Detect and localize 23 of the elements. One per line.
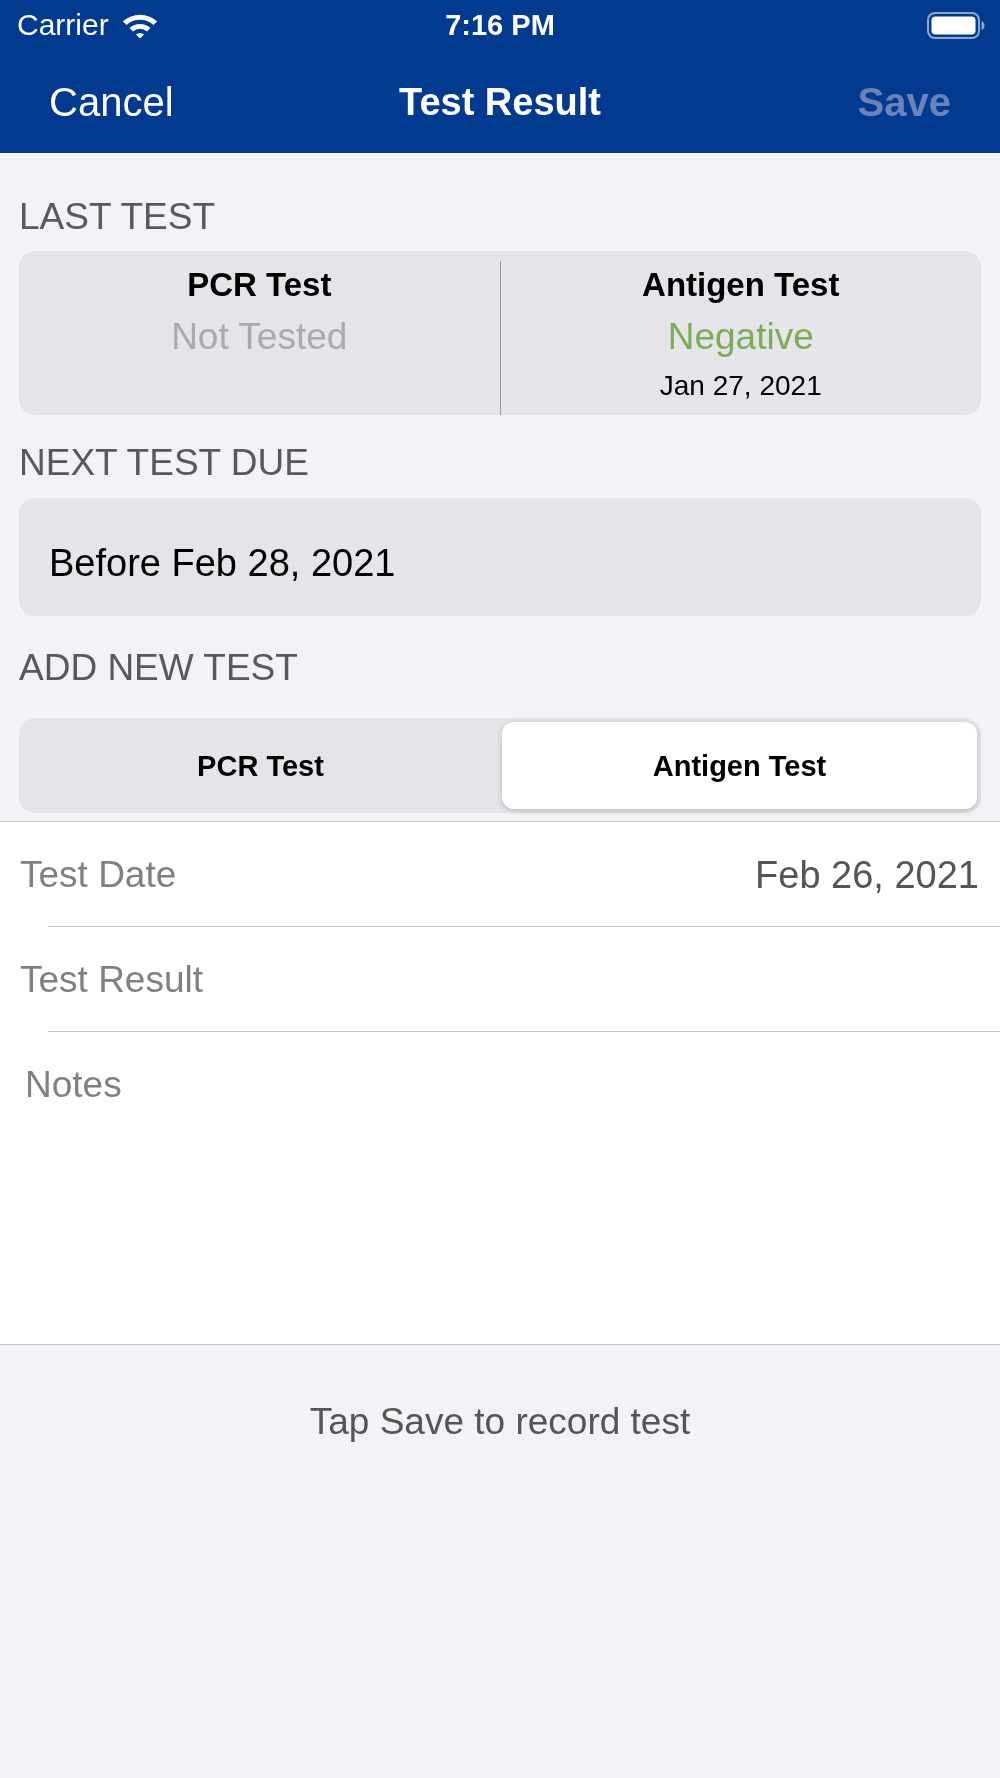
- battery-icon: [927, 11, 985, 39]
- field-value: Feb 26, 2021: [755, 852, 979, 897]
- test-name: Antigen Test: [642, 266, 840, 304]
- field-label: Test Date: [20, 852, 177, 897]
- section-header: LAST TEST: [19, 196, 216, 238]
- segment-tab[interactable]: PCR Test: [23, 722, 498, 809]
- carrier-name: Carrier: [17, 7, 109, 43]
- due-date-text: Before Feb 28, 2021: [49, 541, 396, 585]
- field-label: Test Result: [20, 957, 203, 1002]
- section-header: NEXT TEST DUE: [19, 442, 309, 484]
- test-name: PCR Test: [187, 266, 332, 304]
- test-date: Jan 27, 2021: [659, 370, 822, 402]
- form-row[interactable]: Test Date Feb 26, 2021: [0, 822, 1000, 927]
- test-status: Negative: [667, 315, 814, 359]
- nav-title: Test Result: [399, 79, 601, 125]
- segment-tab[interactable]: Antigen Test: [502, 722, 977, 809]
- test-status: Not Tested: [171, 315, 348, 359]
- cancel-button[interactable]: Cancel: [49, 77, 174, 126]
- status-time: 7:16 PM: [445, 8, 555, 43]
- form-row[interactable]: Test Result: [0, 927, 1000, 1032]
- section-header: ADD NEW TEST: [19, 647, 298, 689]
- footer-hint: Tap Save to record test: [309, 1400, 691, 1444]
- notes-field[interactable]: Notes: [0, 1032, 1000, 1345]
